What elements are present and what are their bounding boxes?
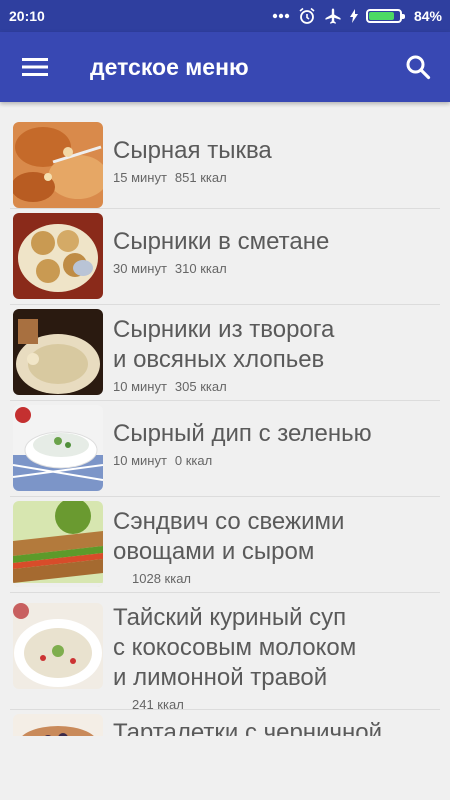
recipe-card[interactable]: Сэндвич со свежими овощами и сыром 1028 … <box>10 497 440 593</box>
recipe-kcal: 1028 ккал <box>132 571 192 586</box>
recipe-card[interactable]: Сырная тыква 15 минут 851 ккал <box>10 119 440 209</box>
recipe-image-thai-soup <box>13 603 103 689</box>
recipe-title: Сырный дип с зеленью <box>113 420 372 447</box>
app-title: детское меню <box>90 53 249 80</box>
recipe-title: Тайский куриный суп с кокосовым молоком … <box>113 604 357 691</box>
recipe-card[interactable]: Тайский куриный суп с кокосовым молоком … <box>10 593 440 712</box>
recipe-time: 15 минут <box>113 170 167 185</box>
recipe-time: 30 минут <box>113 261 167 276</box>
recipe-image-cheese-pumpkin <box>13 122 103 208</box>
recipe-card[interactable]: Сырники из творога и овсяных хлопьев 10 … <box>10 305 440 401</box>
recipe-kcal: 305 ккал <box>174 379 227 394</box>
recipe-card[interactable]: Сырники в сметане 30 минут 310 ккал <box>10 209 440 305</box>
recipe-title: Сырники из творога и овсяных хлопьев <box>113 316 335 373</box>
battery-icon <box>365 9 405 23</box>
recipe-title: Сырная тыква <box>113 137 272 164</box>
recipe-image-tartlets <box>13 714 103 736</box>
charging-icon <box>349 9 358 23</box>
recipe-card[interactable]: Сырный дип с зеленью 10 минут 0 ккал <box>10 401 440 497</box>
recipe-image-syrniki-oat <box>13 309 103 395</box>
status-time: 20:10 <box>9 8 45 24</box>
recipe-kcal: 851 ккал <box>174 170 227 185</box>
battery-percent: 84% <box>413 8 442 24</box>
recipe-title: Сырники в сметане <box>113 228 330 255</box>
recipe-list[interactable]: Сырная тыква 15 минут 851 ккал Сырники в … <box>10 119 440 736</box>
airplane-mode-icon <box>324 7 342 25</box>
more-dots-icon <box>272 13 290 19</box>
recipe-kcal: 0 ккал <box>174 453 213 468</box>
recipe-title: Тарталетки с черничной <box>113 719 382 736</box>
recipe-image-cheese-dip <box>13 405 103 491</box>
search-icon <box>406 55 431 80</box>
recipe-image-syrniki-sour-cream <box>13 213 103 299</box>
app-bar: детское меню <box>0 32 450 102</box>
hamburger-menu-icon <box>22 58 48 76</box>
status-icons: 84% <box>272 7 442 25</box>
recipe-kcal: 310 ккал <box>174 261 227 276</box>
recipe-time: 10 минут <box>113 379 167 394</box>
menu-button[interactable] <box>0 32 70 102</box>
recipe-image-sandwich <box>13 501 103 587</box>
recipe-card[interactable]: Тарталетки с черничной <box>10 710 440 736</box>
status-bar: 20:10 84% <box>0 0 450 32</box>
alarm-icon <box>298 7 316 25</box>
recipe-time: 10 минут <box>113 453 167 468</box>
battery-level-fill <box>368 12 395 20</box>
recipe-kcal: 241 ккал <box>132 697 184 712</box>
recipe-title: Сэндвич со свежими овощами и сыром <box>113 508 345 565</box>
search-button[interactable] <box>390 32 446 102</box>
